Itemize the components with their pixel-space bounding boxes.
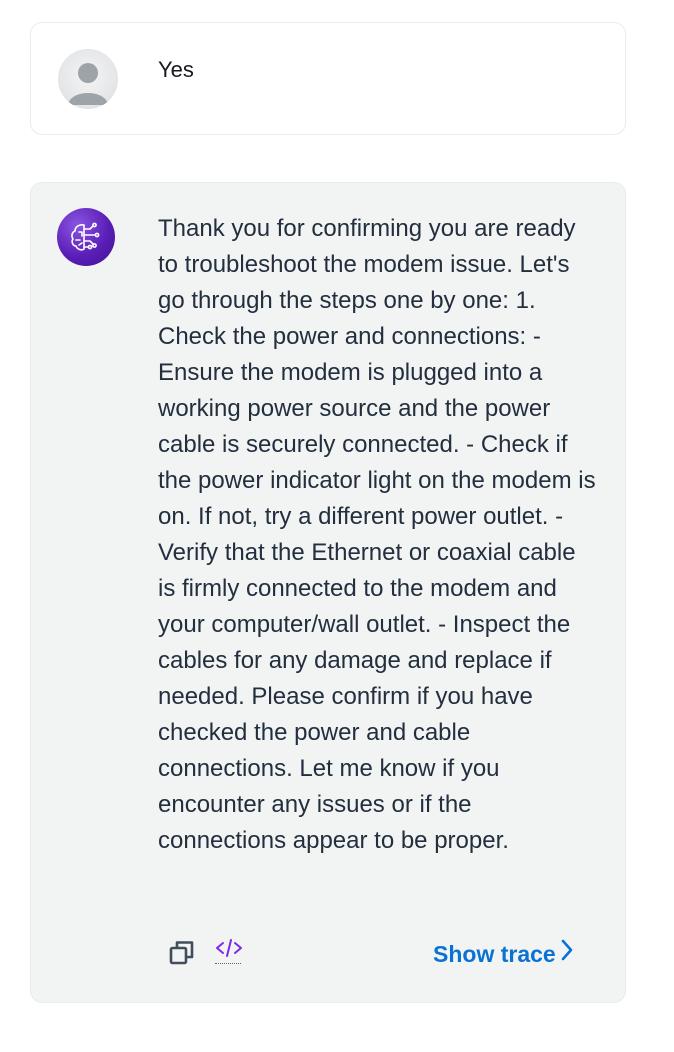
show-trace-label: Show trace — [433, 941, 556, 967]
code-icon[interactable] — [213, 935, 245, 969]
user-message-text: Yes — [158, 57, 194, 82]
ai-brain-circuit-icon — [57, 208, 115, 266]
code-icon-underline — [215, 963, 241, 964]
show-trace-link[interactable]: Show trace — [433, 938, 574, 970]
chat-transcript: Yes Thank you for confirming you are rea… — [0, 0, 674, 1052]
message-actions: Show trace — [31, 935, 627, 975]
user-message: Yes — [30, 22, 626, 135]
assistant-message-text: Thank you for confirming you are ready t… — [158, 215, 596, 854]
assistant-message: Thank you for confirming you are ready t… — [30, 182, 626, 1003]
copy-icon[interactable] — [167, 937, 199, 969]
user-avatar-icon — [58, 49, 118, 109]
chevron-right-icon — [560, 938, 574, 970]
